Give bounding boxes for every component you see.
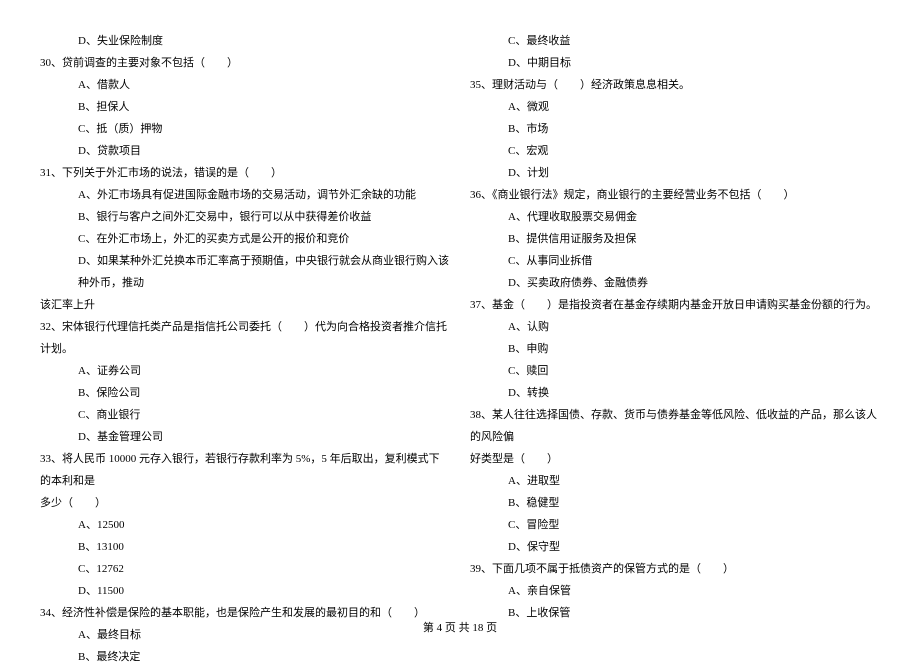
q37-opt-c: C、赎回 <box>470 360 880 382</box>
q31-opt-b: B、银行与客户之间外汇交易中，银行可以从中获得差价收益 <box>40 206 450 228</box>
q36-opt-b: B、提供信用证服务及担保 <box>470 228 880 250</box>
q39-text: 39、下面几项不属于抵债资产的保管方式的是（ ） <box>470 558 880 580</box>
left-column: D、失业保险制度 30、贷前调查的主要对象不包括（ ） A、借款人 B、担保人 … <box>40 30 450 668</box>
q29-opt-d: D、失业保险制度 <box>40 30 450 52</box>
page-footer: 第 4 页 共 18 页 <box>0 619 920 635</box>
q38-opt-b: B、稳健型 <box>470 492 880 514</box>
right-column: C、最终收益 D、中期目标 35、理财活动与（ ）经济政策息息相关。 A、微观 … <box>470 30 880 668</box>
q37-opt-b: B、申购 <box>470 338 880 360</box>
q35-opt-c: C、宏观 <box>470 140 880 162</box>
q34-opt-c: C、最终收益 <box>470 30 880 52</box>
q32-opt-b: B、保险公司 <box>40 382 450 404</box>
q32-opt-d: D、基金管理公司 <box>40 426 450 448</box>
q33-opt-b: B、13100 <box>40 536 450 558</box>
q33-opt-a: A、12500 <box>40 514 450 536</box>
q38-opt-a: A、进取型 <box>470 470 880 492</box>
q31-continuation: 该汇率上升 <box>40 294 450 316</box>
document-content: D、失业保险制度 30、贷前调查的主要对象不包括（ ） A、借款人 B、担保人 … <box>40 30 880 668</box>
q33-text: 33、将人民币 10000 元存入银行，若银行存款利率为 5%，5 年后取出，复… <box>40 448 450 492</box>
q31-opt-d: D、如果某种外汇兑换本币汇率高于预期值，中央银行就会从商业银行购入该种外币，推动 <box>40 250 450 294</box>
q31-opt-c: C、在外汇市场上，外汇的买卖方式是公开的报价和竞价 <box>40 228 450 250</box>
q35-opt-a: A、微观 <box>470 96 880 118</box>
q36-opt-c: C、从事同业拆借 <box>470 250 880 272</box>
q38-opt-d: D、保守型 <box>470 536 880 558</box>
q36-opt-a: A、代理收取股票交易佣金 <box>470 206 880 228</box>
q33-opt-d: D、11500 <box>40 580 450 602</box>
q30-opt-c: C、抵（质）押物 <box>40 118 450 140</box>
q39-opt-a: A、亲自保管 <box>470 580 880 602</box>
q31-opt-a: A、外汇市场具有促进国际金融市场的交易活动，调节外汇余缺的功能 <box>40 184 450 206</box>
q30-opt-b: B、担保人 <box>40 96 450 118</box>
q36-opt-d: D、买卖政府债券、金融债券 <box>470 272 880 294</box>
q31-text: 31、下列关于外汇市场的说法，错误的是（ ） <box>40 162 450 184</box>
q36-text: 36、《商业银行法》规定，商业银行的主要经营业务不包括（ ） <box>470 184 880 206</box>
q35-opt-b: B、市场 <box>470 118 880 140</box>
q32-opt-a: A、证券公司 <box>40 360 450 382</box>
q37-opt-d: D、转换 <box>470 382 880 404</box>
q38-continuation: 好类型是（ ） <box>470 448 880 470</box>
q32-text: 32、宋体银行代理信托类产品是指信托公司委托（ ）代为向合格投资者推介信托计划。 <box>40 316 450 360</box>
q30-opt-d: D、贷款项目 <box>40 140 450 162</box>
q38-opt-c: C、冒险型 <box>470 514 880 536</box>
q34-opt-b: B、最终决定 <box>40 646 450 668</box>
q30-opt-a: A、借款人 <box>40 74 450 96</box>
q34-opt-d: D、中期目标 <box>470 52 880 74</box>
q38-text: 38、某人往往选择国债、存款、货币与债券基金等低风险、低收益的产品，那么该人的风… <box>470 404 880 448</box>
q33-opt-c: C、12762 <box>40 558 450 580</box>
q37-opt-a: A、认购 <box>470 316 880 338</box>
q30-text: 30、贷前调查的主要对象不包括（ ） <box>40 52 450 74</box>
q37-text: 37、基金（ ）是指投资者在基金存续期内基金开放日申请购买基金份额的行为。 <box>470 294 880 316</box>
q33-continuation: 多少（ ） <box>40 492 450 514</box>
q35-text: 35、理财活动与（ ）经济政策息息相关。 <box>470 74 880 96</box>
q32-opt-c: C、商业银行 <box>40 404 450 426</box>
q35-opt-d: D、计划 <box>470 162 880 184</box>
